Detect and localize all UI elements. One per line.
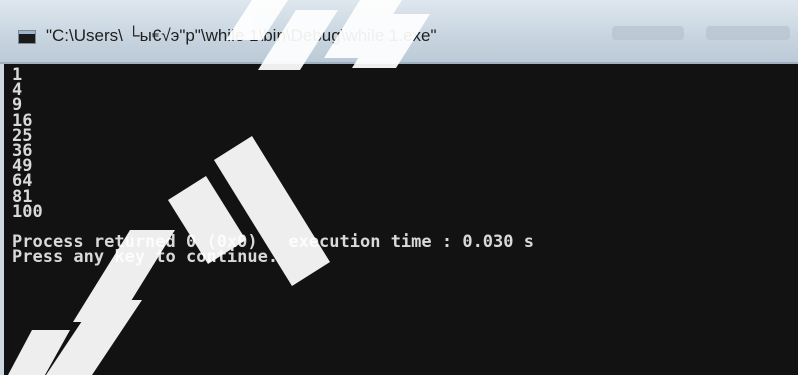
output-line: 81: [12, 186, 33, 207]
output-line: 49: [12, 156, 33, 177]
continue-prompt-line: Press any key to continue.: [12, 247, 279, 268]
output-line: 9: [12, 95, 23, 116]
output-line: 100: [12, 201, 43, 222]
output-line: 64: [12, 171, 33, 192]
titlebar-blur-decoration: [612, 26, 684, 40]
console-app-icon[interactable]: [18, 30, 36, 44]
output-line: 16: [12, 110, 33, 131]
window-title: "C:\Users\ └ы€√э"р"\while 1\bin\Debug\wh…: [46, 26, 437, 45]
output-line: 25: [12, 125, 33, 146]
output-line: 4: [12, 80, 23, 101]
output-line: 1: [12, 65, 23, 85]
console-output-area[interactable]: 1 4 9 16 25 36 49 64 81 100 Process retu…: [0, 64, 798, 375]
title-bar[interactable]: "C:\Users\ └ы€√э"р"\while 1\bin\Debug\wh…: [0, 0, 798, 64]
output-line: 36: [12, 140, 33, 161]
console-window: "C:\Users\ └ы€√э"р"\while 1\bin\Debug\wh…: [0, 0, 798, 375]
titlebar-blur-decoration: [706, 26, 790, 40]
